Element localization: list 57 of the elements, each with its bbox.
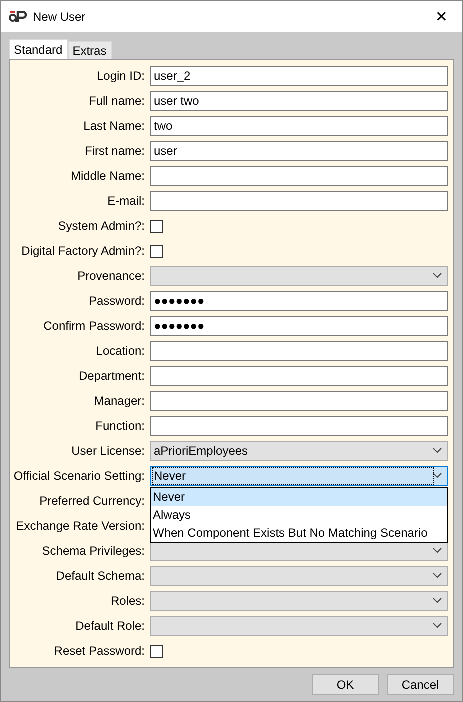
field-label: System Admin?: [57, 219, 145, 233]
field-label: Function: [94, 419, 145, 433]
chevron-down-icon [433, 273, 442, 279]
field-label: Default Role: [74, 619, 145, 633]
text-field[interactable] [150, 416, 448, 436]
dropdown[interactable]: aPrioriEmployees [150, 441, 448, 461]
chevron-down-icon [433, 573, 442, 579]
checkbox[interactable] [150, 220, 163, 232]
field-label: Login ID: [96, 69, 145, 83]
dropdown[interactable]: Never [150, 466, 448, 486]
dialog-button[interactable]: Cancel [387, 674, 454, 695]
chevron-down-icon [433, 473, 442, 479]
chevron-down-icon [433, 623, 442, 629]
text-field[interactable]: user two [150, 91, 448, 111]
tab[interactable]: Extras [68, 41, 112, 59]
window-title: New User [33, 10, 87, 24]
field-label: Exchange Rate Version: [15, 519, 145, 533]
field-label: Default Schema: [55, 569, 145, 583]
text-field[interactable]: user [150, 141, 448, 161]
chevron-down-icon [433, 448, 442, 454]
chevron-down-icon [433, 548, 442, 554]
tab[interactable]: Standard [9, 39, 68, 59]
field-label: Official Scenario Setting: [12, 469, 145, 483]
text-field[interactable]: two [150, 116, 448, 136]
field-label: Roles: [110, 594, 145, 608]
field-label: First name: [84, 144, 145, 158]
text-field[interactable] [150, 391, 448, 411]
close-button[interactable]: ✕ [429, 8, 454, 26]
field-label: Reset Password: [53, 644, 145, 658]
field-label: User License: [70, 444, 145, 458]
field-label: Department: [78, 369, 145, 383]
field-label: Manager: [93, 394, 145, 408]
field-label: Location: [95, 344, 145, 358]
dropdown[interactable] [150, 541, 448, 561]
text-field[interactable]: ●●●●●●● [150, 291, 448, 311]
field-label: Last Name: [82, 119, 145, 133]
dropdown-option[interactable]: Never [151, 488, 447, 506]
field-label: E-mail: [106, 194, 145, 208]
text-field[interactable] [150, 166, 448, 186]
text-field[interactable] [150, 191, 448, 211]
field-label: Preferred Currency: [38, 494, 145, 508]
text-field[interactable] [150, 366, 448, 386]
chevron-down-icon [433, 598, 442, 604]
field-label: Confirm Password: [42, 319, 145, 333]
text-field[interactable]: user_2 [150, 66, 448, 86]
dialog-button[interactable]: OK [312, 674, 379, 695]
field-label: Password: [88, 294, 145, 308]
checkbox[interactable] [150, 644, 163, 658]
checkbox[interactable] [150, 244, 163, 258]
field-label: Full name: [88, 94, 145, 108]
field-label: Digital Factory Admin?: [20, 244, 145, 258]
logo-icon [9, 10, 27, 22]
field-label: Middle Name: [70, 169, 145, 183]
text-field[interactable] [150, 341, 448, 361]
text-field[interactable]: ●●●●●●● [150, 316, 448, 336]
field-label: Schema Privileges: [41, 544, 145, 558]
field-label: Provenance: [76, 269, 145, 283]
